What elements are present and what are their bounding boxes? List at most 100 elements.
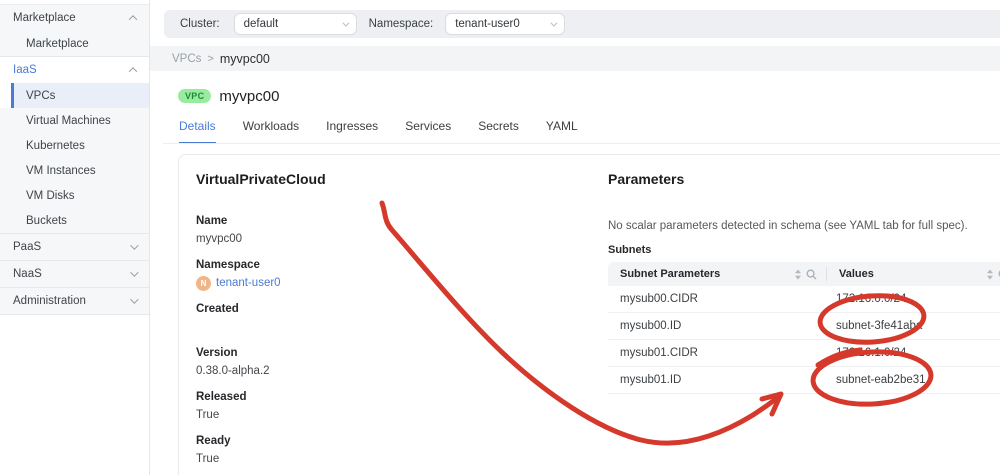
tab-bar: Details Workloads Ingresses Services Sec… — [179, 119, 578, 144]
cluster-select-value: default — [243, 18, 279, 30]
subnet-param-cell: mysub01.ID — [620, 374, 682, 386]
chevron-down-icon — [130, 295, 139, 304]
namespace-avatar: N — [196, 276, 211, 291]
sidebar-item-label: Marketplace — [26, 37, 89, 50]
sidebar-group-naas[interactable]: NaaS — [0, 261, 149, 287]
namespace-label: Namespace: — [368, 18, 434, 30]
field-label: Name — [196, 215, 228, 227]
field-ready: Ready True — [196, 434, 576, 467]
field-label: Created — [196, 303, 239, 315]
field-label: Version — [196, 347, 238, 359]
sidebar-item-kubernetes[interactable]: Kubernetes — [0, 133, 149, 158]
table-row[interactable]: mysub01.CIDR 172.16.1.0/24 — [608, 340, 1000, 367]
chevron-down-icon — [342, 19, 350, 27]
sidebar-group-marketplace[interactable]: Marketplace — [0, 5, 149, 31]
field-namespace: Namespace N tenant-user0 — [196, 258, 576, 291]
field-value: True — [196, 453, 220, 465]
field-value: True — [196, 409, 220, 421]
field-value: myvpc00 — [196, 233, 243, 245]
subnets-table: Subnet Parameters Values mysub00.CIDR 17… — [608, 262, 1000, 394]
tab-services[interactable]: Services — [405, 119, 451, 144]
sort-icon[interactable] — [794, 269, 802, 280]
subnet-param-cell: mysub01.CIDR — [620, 347, 698, 359]
chevron-down-icon — [130, 241, 139, 250]
sidebar-divider — [0, 314, 149, 315]
tab-yaml[interactable]: YAML — [546, 119, 578, 144]
subnet-value-cell: subnet-3fe41aba — [836, 320, 923, 332]
sidebar-group-label: PaaS — [13, 241, 42, 253]
sidebar-item-label: VPCs — [26, 89, 56, 102]
field-name: Name myvpc00 — [196, 214, 576, 247]
parameters-section: Parameters No scalar parameters detected… — [608, 171, 1000, 394]
tab-details[interactable]: Details — [179, 119, 216, 144]
tab-ingresses[interactable]: Ingresses — [326, 119, 378, 144]
field-released: Released True — [196, 390, 576, 423]
main-content-card: VPC myvpc00 Details Workloads Ingresses … — [163, 71, 1000, 475]
parameters-note: No scalar parameters detected in schema … — [608, 220, 968, 232]
chevron-down-icon — [550, 19, 558, 27]
search-icon[interactable] — [806, 269, 817, 280]
subnet-param-cell: mysub00.CIDR — [620, 293, 698, 305]
details-panel: VirtualPrivateCloud Name myvpc00 Namespa… — [178, 154, 1000, 475]
field-label: Ready — [196, 435, 231, 447]
cluster-label: Cluster: — [180, 18, 220, 30]
table-row[interactable]: mysub00.CIDR 172.16.0.0/24 — [608, 286, 1000, 313]
sidebar-item-label: VM Disks — [26, 189, 75, 202]
sidebar-item-virtual-machines[interactable]: Virtual Machines — [0, 108, 149, 133]
page-header: VPC myvpc00 — [178, 86, 279, 106]
field-created: Created — [196, 302, 576, 335]
tab-secrets[interactable]: Secrets — [478, 119, 519, 144]
field-value — [196, 320, 576, 335]
cluster-select[interactable]: default — [233, 13, 357, 35]
sidebar-group-iaas[interactable]: IaaS — [0, 57, 149, 83]
sidebar: Marketplace Marketplace IaaS VPCs Virtua… — [0, 0, 150, 475]
chevron-down-icon — [130, 268, 139, 277]
namespace-link[interactable]: tenant-user0 — [216, 276, 281, 291]
sidebar-item-vm-instances[interactable]: VM Instances — [0, 158, 149, 183]
subnets-label: Subnets — [608, 244, 652, 256]
sidebar-item-buckets[interactable]: Buckets — [0, 208, 149, 233]
sidebar-group-administration[interactable]: Administration — [0, 288, 149, 314]
subnet-value-cell: subnet-eab2be31 — [836, 374, 926, 386]
sort-icon[interactable] — [986, 269, 994, 280]
resource-details-section: VirtualPrivateCloud Name myvpc00 Namespa… — [196, 171, 576, 475]
context-toolbar: Cluster: default Namespace: tenant-user0 — [164, 10, 1000, 38]
sidebar-item-label: Kubernetes — [26, 139, 85, 152]
sidebar-item-vpcs[interactable]: VPCs — [11, 83, 149, 108]
sidebar-item-marketplace[interactable]: Marketplace — [0, 31, 149, 56]
sidebar-group-label: NaaS — [13, 268, 42, 280]
table-row[interactable]: mysub01.ID subnet-eab2be31 — [608, 367, 1000, 394]
tab-workloads[interactable]: Workloads — [243, 119, 299, 144]
field-label: Namespace — [196, 259, 260, 271]
field-version: Version 0.38.0-alpha.2 — [196, 346, 576, 379]
breadcrumb: VPCs > myvpc00 — [150, 46, 1000, 71]
sidebar-item-vm-disks[interactable]: VM Disks — [0, 183, 149, 208]
breadcrumb-current: myvpc00 — [219, 51, 270, 66]
subnet-value-cell: 172.16.0.0/24 — [836, 293, 907, 305]
breadcrumb-separator: > — [207, 52, 214, 65]
namespace-select[interactable]: tenant-user0 — [445, 13, 566, 35]
sidebar-item-label: Virtual Machines — [26, 114, 111, 127]
sidebar-group-paas[interactable]: PaaS — [0, 234, 149, 260]
field-label: Released — [196, 391, 247, 403]
sidebar-nav: Marketplace Marketplace IaaS VPCs Virtua… — [0, 4, 149, 315]
field-value: 0.38.0-alpha.2 — [196, 365, 270, 377]
sidebar-group-label: Marketplace — [13, 12, 76, 24]
sidebar-group-label: IaaS — [13, 64, 37, 76]
table-row[interactable]: mysub00.ID subnet-3fe41aba — [608, 313, 1000, 340]
column-header-values: Values — [839, 268, 874, 280]
chevron-up-icon — [128, 67, 138, 76]
page-title: myvpc00 — [219, 87, 280, 105]
tab-bar-divider — [163, 143, 1000, 144]
section-heading: VirtualPrivateCloud — [196, 171, 326, 187]
subnets-table-header: Subnet Parameters Values — [608, 262, 1000, 286]
namespace-select-value: tenant-user0 — [455, 18, 520, 30]
column-header-subnet-parameters: Subnet Parameters — [620, 268, 721, 280]
sidebar-group-label: Administration — [13, 295, 86, 307]
sidebar-item-label: VM Instances — [26, 164, 96, 177]
subnet-value-cell: 172.16.1.0/24 — [836, 347, 907, 359]
section-heading: Parameters — [608, 171, 685, 187]
breadcrumb-vpcs-link[interactable]: VPCs — [172, 53, 201, 65]
chevron-up-icon — [128, 15, 138, 24]
subnet-param-cell: mysub00.ID — [620, 320, 682, 332]
